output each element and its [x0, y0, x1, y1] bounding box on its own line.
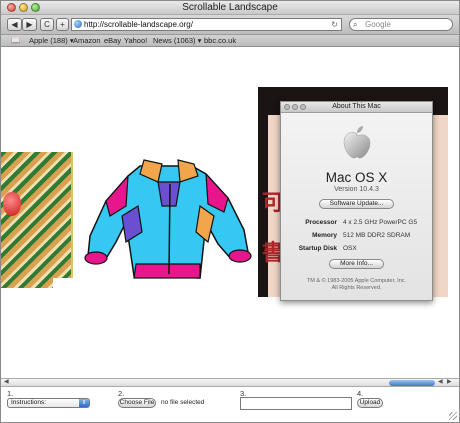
url-text: http://scrollable-landscape.org/: [84, 20, 193, 29]
bookmarks-bar: 📖 Apple (188) ▾ Amazon eBay Yahoo! News …: [1, 35, 459, 47]
instructions-select-value: Instructions:: [11, 399, 47, 406]
bookmark-yahoo[interactable]: Yahoo!: [124, 35, 147, 46]
no-file-status: no file selected: [161, 399, 205, 406]
back-button[interactable]: ◀: [7, 18, 22, 31]
about-title-bar[interactable]: About This Mac: [281, 102, 432, 113]
jacket-image: [82, 146, 258, 290]
plus-icon: +: [60, 20, 65, 29]
os-name: Mac OS X: [325, 170, 388, 185]
search-icon: ⌕: [353, 20, 358, 29]
upload-form: 1. 2. 3. 4. Instructions: ⇕ Choose File …: [1, 387, 459, 422]
bookmark-amazon[interactable]: Amazon: [73, 35, 101, 46]
resize-handle-icon[interactable]: [449, 412, 457, 420]
upload-button[interactable]: Upload: [357, 398, 383, 408]
software-update-button[interactable]: Software Update...: [319, 199, 394, 209]
bookmark-ebay[interactable]: eBay: [104, 35, 121, 46]
browser-window: Scrollable Landscape ◀ ▶ C + http://scro…: [0, 0, 460, 423]
address-bar[interactable]: http://scrollable-landscape.org/ ↻: [71, 18, 342, 31]
striped-fabric-image: [1, 152, 73, 288]
url-reload-icon[interactable]: ↻: [331, 19, 338, 30]
about-title: About This Mac: [332, 103, 381, 110]
title-bar[interactable]: Scrollable Landscape: [1, 1, 459, 15]
text-input[interactable]: [240, 397, 352, 410]
horizontal-scrollbar[interactable]: ◀ ◀ ▶: [1, 378, 459, 387]
strawberry-motif: [3, 192, 21, 216]
scroll-left-arrow-icon[interactable]: ◀: [438, 379, 443, 386]
scrollbar-thumb[interactable]: [389, 380, 435, 386]
bookmark-apple[interactable]: Apple (188) ▾: [29, 35, 74, 46]
legal-line-1: TM & © 1983-2005 Apple Computer, Inc.: [306, 278, 407, 284]
choose-file-button[interactable]: Choose File: [118, 398, 156, 408]
forward-arrow-icon: ▶: [26, 20, 33, 29]
select-arrows-icon: ⇕: [79, 399, 89, 407]
add-bookmark-button[interactable]: +: [56, 18, 69, 31]
search-field[interactable]: ⌕ Google: [349, 18, 453, 31]
reload-button[interactable]: C: [40, 18, 54, 31]
jacket-illustration: [84, 159, 252, 279]
step-1-label: 1.: [7, 389, 14, 398]
legal-line-2: All Rights Reserved.: [331, 285, 382, 291]
bookmark-news[interactable]: News (1063) ▾: [153, 35, 201, 46]
scroll-right-arrow-icon[interactable]: ▶: [447, 379, 452, 386]
bookmark-bbc[interactable]: bbc.co.uk: [204, 35, 236, 46]
step-2-label: 2.: [118, 389, 125, 398]
browser-toolbar: ◀ ▶ C + http://scrollable-landscape.org/…: [1, 15, 459, 35]
more-info-button[interactable]: More Info...: [329, 259, 384, 269]
search-placeholder: Google: [365, 20, 391, 29]
scroll-left-arrow-icon[interactable]: ◀: [4, 379, 9, 386]
site-globe-icon: [74, 20, 82, 28]
apple-logo-icon: [343, 126, 371, 159]
step-4-label: 4.: [357, 389, 364, 398]
page-content: 可 書 About This Mac Mac OS X Version 10.4…: [1, 47, 459, 378]
os-version: Version 10.4.3: [334, 186, 379, 193]
bookmarks-book-icon[interactable]: 📖: [11, 35, 20, 46]
window-title: Scrollable Landscape: [182, 2, 278, 13]
forward-button[interactable]: ▶: [22, 18, 37, 31]
back-arrow-icon: ◀: [11, 20, 18, 29]
spec-row-processor: Processor 4 x 2.5 GHz PowerPC G5: [305, 219, 418, 226]
instructions-select[interactable]: Instructions: ⇕: [7, 398, 90, 408]
reload-icon: C: [44, 20, 50, 29]
spec-row-memory: Memory 512 MB DDR2 SDRAM: [312, 232, 411, 239]
about-this-mac-window: About This Mac Mac OS X Version 10.4.3 S…: [280, 101, 433, 301]
spec-row-startup-disk: Startup Disk OSX: [298, 245, 357, 252]
